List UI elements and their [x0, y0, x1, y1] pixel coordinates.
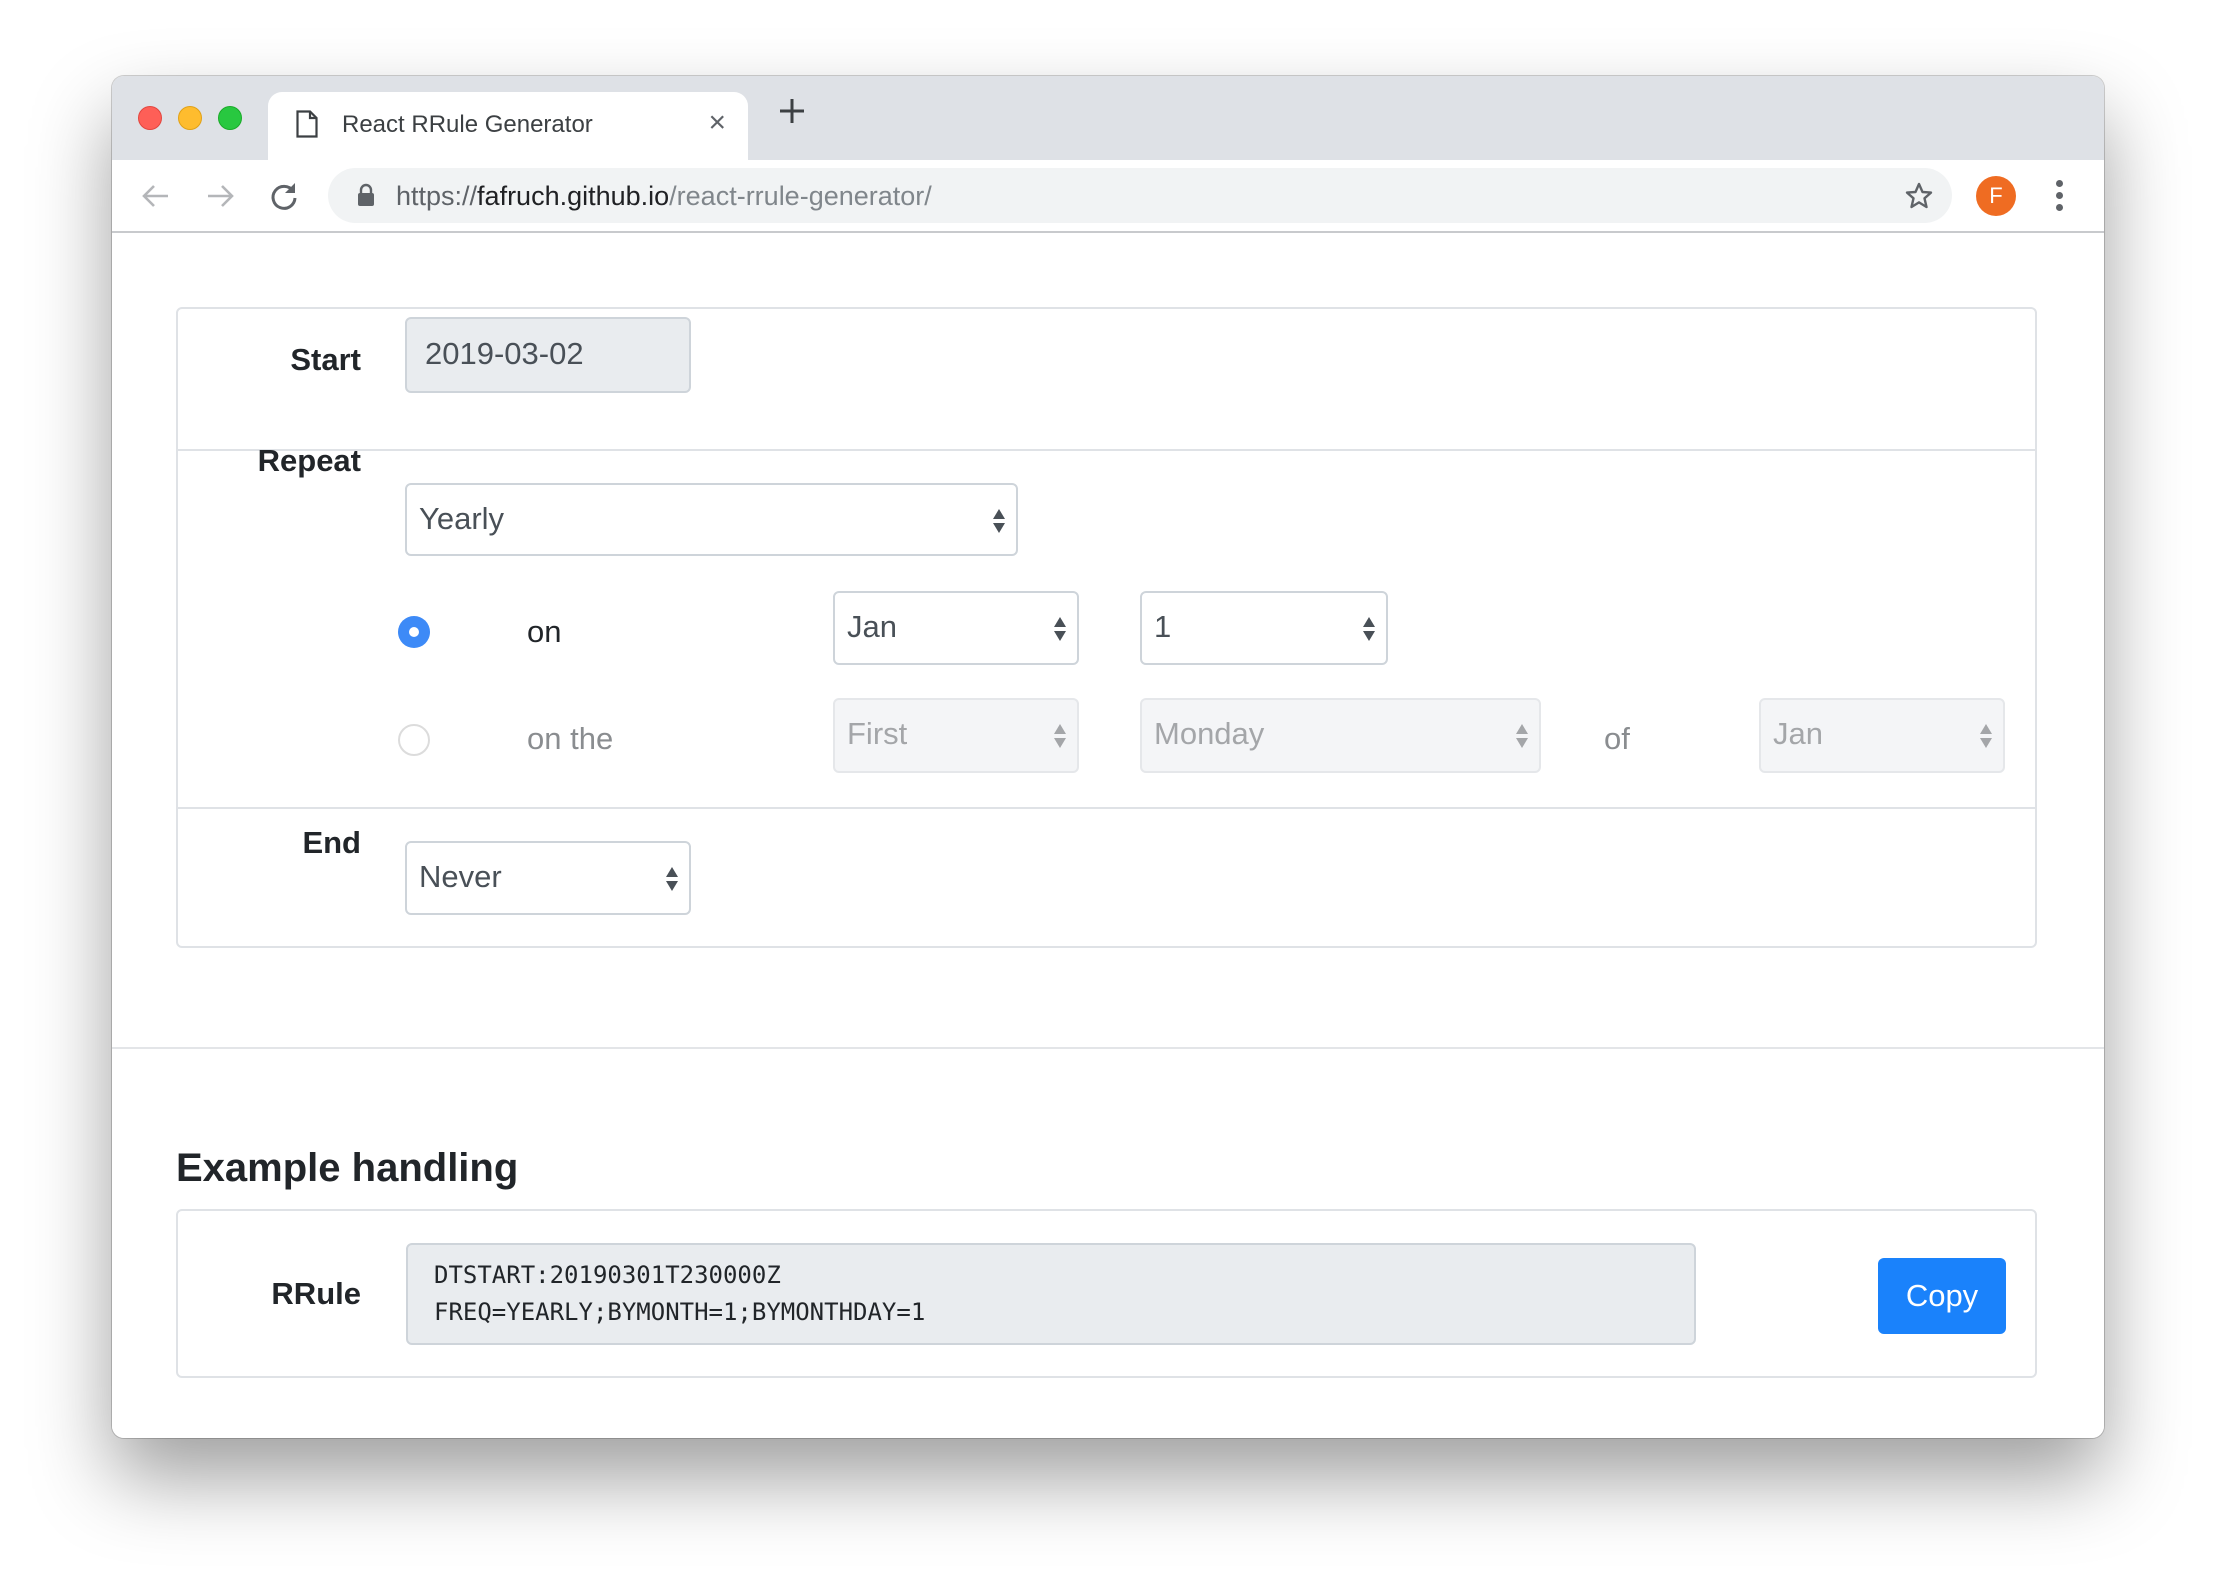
tab-close-icon[interactable]: ×	[708, 108, 726, 138]
bookmark-star-icon[interactable]	[1904, 181, 1934, 211]
on-day-select[interactable]: 1	[1140, 591, 1388, 665]
maximize-window-button[interactable]	[218, 106, 242, 130]
tab-strip: React RRule Generator ×	[112, 76, 2104, 160]
select-arrows-icon	[1516, 724, 1528, 748]
row-divider	[178, 807, 2035, 809]
on-label: on	[527, 614, 562, 649]
select-arrows-icon	[1054, 617, 1066, 641]
minimize-window-button[interactable]	[178, 106, 202, 130]
on-the-month-select[interactable]: Jan	[1759, 698, 2005, 773]
of-label: of	[1604, 721, 1630, 756]
select-arrows-icon	[666, 867, 678, 891]
row-divider	[178, 449, 2035, 451]
copy-button[interactable]: Copy	[1878, 1258, 2006, 1334]
rrule-output-card: RRule DTSTART:20190301T230000Z FREQ=YEAR…	[176, 1209, 2037, 1378]
select-arrows-icon	[1980, 724, 1992, 748]
repeat-frequency-select[interactable]: Yearly	[405, 483, 1018, 556]
lock-icon	[358, 183, 374, 206]
tab-react-rrule-generator[interactable]: React RRule Generator ×	[268, 92, 748, 160]
url-text[interactable]: https://fafruch.github.io/react-rrule-ge…	[396, 180, 932, 212]
end-label: End	[302, 825, 361, 860]
on-the-label: on the	[527, 721, 614, 756]
rrule-form-card: Start 2019-03-02 Repeat Yearly on Jan 1	[176, 307, 2037, 948]
repeat-on-radio[interactable]	[398, 616, 430, 648]
reload-icon[interactable]	[268, 180, 300, 212]
menu-kebab-icon[interactable]	[2048, 178, 2072, 214]
on-month-select[interactable]: Jan	[833, 591, 1079, 665]
tab-title: React RRule Generator	[342, 111, 593, 138]
repeat-label: Repeat	[257, 443, 361, 478]
new-tab-icon[interactable]	[777, 96, 807, 126]
page-content: Start 2019-03-02 Repeat Yearly on Jan 1	[112, 233, 2104, 1438]
start-date-input[interactable]: 2019-03-02	[405, 317, 691, 393]
on-the-which-select[interactable]: First	[833, 698, 1079, 773]
rrule-label: RRule	[271, 1276, 361, 1311]
end-select[interactable]: Never	[405, 841, 691, 915]
start-label: Start	[290, 342, 361, 377]
browser-window: React RRule Generator × https://fafruch.…	[112, 76, 2104, 1438]
close-window-button[interactable]	[138, 106, 162, 130]
url-host: fafruch.github.io	[477, 181, 670, 211]
url-path: /react-rrule-generator/	[669, 181, 932, 211]
address-bar[interactable]: https://fafruch.github.io/react-rrule-ge…	[328, 168, 1952, 223]
select-arrows-icon	[1054, 724, 1066, 748]
section-divider	[112, 1047, 2104, 1049]
select-arrows-icon	[993, 509, 1005, 533]
rrule-output-textarea[interactable]: DTSTART:20190301T230000Z FREQ=YEARLY;BYM…	[406, 1243, 1696, 1345]
example-heading: Example handling	[176, 1146, 519, 1190]
forward-arrow-icon[interactable]	[204, 180, 236, 212]
browser-toolbar: https://fafruch.github.io/react-rrule-ge…	[112, 160, 2104, 233]
repeat-on-the-radio[interactable]	[398, 724, 430, 756]
back-arrow-icon[interactable]	[140, 180, 172, 212]
profile-avatar[interactable]: F	[1976, 176, 2016, 216]
on-the-weekday-select[interactable]: Monday	[1140, 698, 1541, 773]
select-arrows-icon	[1363, 617, 1375, 641]
url-scheme: https://	[396, 181, 478, 211]
document-icon	[296, 110, 318, 138]
